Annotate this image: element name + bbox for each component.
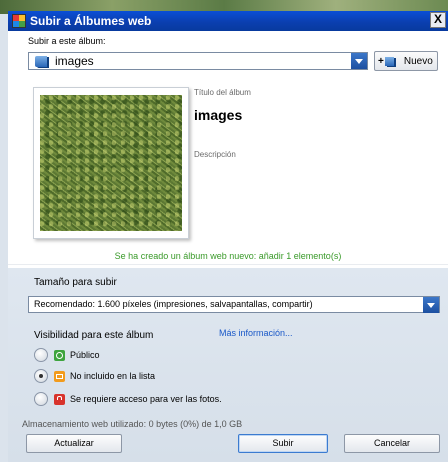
storage-usage: Almacenamiento web utilizado: 0 bytes (0…	[22, 419, 243, 429]
divider	[8, 264, 448, 265]
window-title: Subir a Álbumes web	[30, 14, 152, 28]
upload-button[interactable]: Subir	[238, 434, 328, 453]
upload-dialog: Subir a este álbum: images + Nuevo Títul…	[8, 31, 448, 462]
upload-size-value: Recomendado: 1.600 píxeles (impresiones,…	[34, 299, 313, 309]
close-button[interactable]: X	[430, 12, 446, 28]
album-title-value[interactable]: images	[194, 107, 242, 123]
lock-icon	[54, 393, 65, 405]
window-titlebar: Subir a Álbumes web X	[8, 11, 448, 31]
album-selected-value: images	[55, 54, 94, 68]
refresh-button[interactable]: Actualizar	[26, 434, 122, 453]
visibility-option-label: Se requiere acceso para ver las fotos.	[70, 394, 222, 404]
status-message: Se ha creado un álbum web nuevo: añadir …	[114, 251, 342, 261]
grass-image	[40, 95, 182, 231]
upload-size-dropdown[interactable]: Recomendado: 1.600 píxeles (impresiones,…	[28, 296, 440, 313]
upload-size-label: Tamaño para subir	[34, 277, 117, 288]
visibility-option-label: Público	[70, 350, 100, 360]
visibility-option-private[interactable]: Se requiere acceso para ver las fotos.	[34, 392, 222, 406]
album-title-label: Título del álbum	[194, 88, 251, 97]
album-thumbnail	[33, 87, 189, 239]
chevron-down-icon[interactable]	[423, 297, 439, 313]
radio-unlisted[interactable]	[34, 369, 48, 383]
album-folder-icon	[384, 56, 394, 66]
visibility-option-public[interactable]: Público	[34, 348, 100, 362]
plus-icon: +	[378, 55, 384, 67]
globe-icon	[54, 349, 65, 361]
album-dropdown[interactable]: images	[28, 52, 368, 70]
cancel-button[interactable]: Cancelar	[344, 434, 440, 453]
album-description-label[interactable]: Descripción	[194, 150, 236, 159]
album-select-label: Subir a este álbum:	[28, 36, 106, 46]
radio-private[interactable]	[34, 392, 48, 406]
chevron-down-icon[interactable]	[351, 53, 367, 69]
picasa-app-icon	[12, 14, 26, 28]
radio-public[interactable]	[34, 348, 48, 362]
new-album-label: Nuevo	[403, 55, 433, 67]
options-panel: Tamaño para subir Recomendado: 1.600 píx…	[8, 268, 448, 462]
more-info-link[interactable]: Más información...	[219, 328, 293, 338]
unlisted-icon	[54, 370, 65, 382]
new-album-button[interactable]: + Nuevo	[374, 51, 438, 71]
album-folder-icon	[35, 55, 47, 67]
visibility-option-unlisted[interactable]: No incluido en la lista	[34, 369, 155, 383]
visibility-option-label: No incluido en la lista	[70, 371, 156, 381]
visibility-label: Visibilidad para este álbum	[34, 330, 154, 341]
